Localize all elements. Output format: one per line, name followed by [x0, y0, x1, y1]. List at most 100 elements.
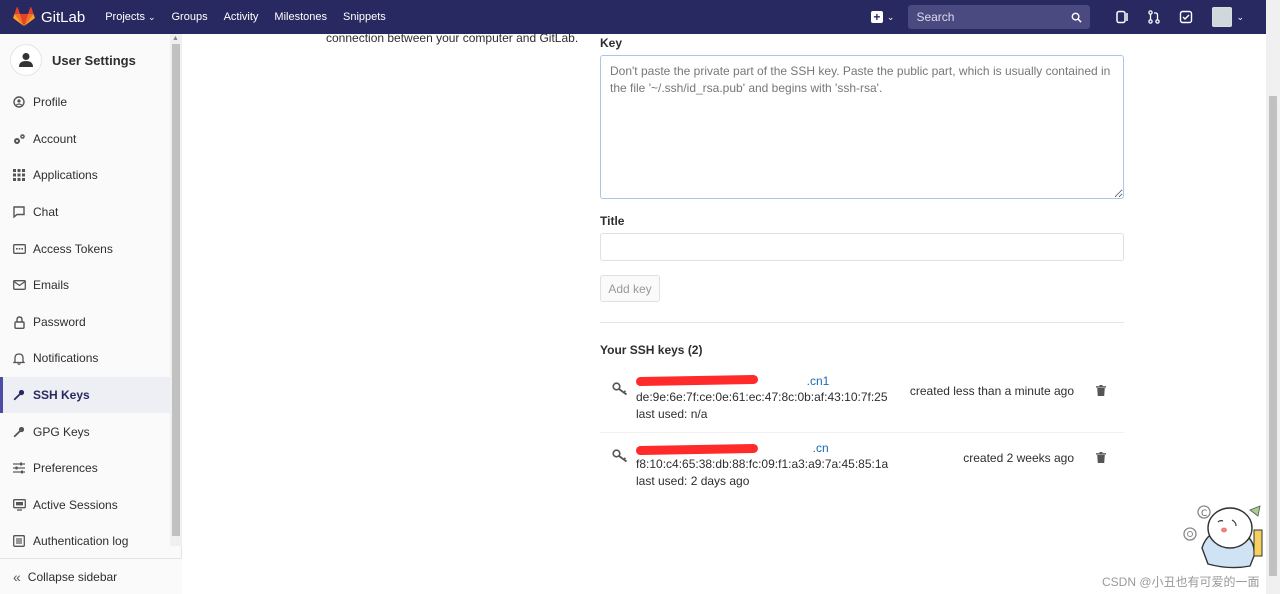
sidebar-item-authentication-log[interactable]: Authentication log	[0, 523, 170, 559]
sidebar-item-label: Account	[33, 132, 77, 146]
ssh-key-fingerprint: de:9e:6e:7f:ce:0e:61:ec:47:8c:0b:af:43:1…	[636, 390, 888, 404]
page-scrollbar-thumb[interactable]	[1269, 96, 1277, 576]
sidebar-item-chat[interactable]: Chat	[0, 194, 170, 230]
nav-groups[interactable]: Groups	[172, 11, 208, 23]
key-icon	[12, 425, 26, 439]
sidebar-item-label: Notifications	[33, 351, 99, 365]
add-key-button[interactable]: Add key	[600, 275, 660, 302]
double-chevron-left-icon: «	[13, 568, 21, 585]
scroll-up-arrow-icon[interactable]: ▲	[172, 35, 179, 42]
sidebar-item-profile[interactable]: Profile	[0, 84, 170, 120]
nav-links: Projects ⌄ Groups Activity Milestones Sn…	[105, 11, 402, 23]
ssh-key-created: created less than a minute ago	[909, 384, 1074, 398]
sidebar-item-label: SSH Keys	[33, 388, 90, 402]
sliders-icon	[12, 461, 26, 475]
ssh-key-title-suffix: .cn	[812, 441, 829, 455]
merge-request-icon[interactable]	[1145, 8, 1163, 26]
trash-icon[interactable]	[1096, 452, 1106, 466]
search-icon	[1072, 12, 1083, 23]
sidebar-title: User Settings	[52, 52, 136, 68]
search-box	[908, 5, 1091, 29]
nav-milestones[interactable]: Milestones	[274, 11, 327, 23]
csdn-watermark: CSDN @小丑也有可爱的一面	[1102, 575, 1260, 589]
collapse-sidebar-button[interactable]: « Collapse sidebar	[0, 558, 182, 594]
top-navbar: GitLab Projects ⌄ Groups Activity Milest…	[0, 0, 1266, 34]
sidebar-item-gpg-keys[interactable]: GPG Keys	[0, 414, 170, 450]
sidebar-item-label: Profile	[33, 95, 68, 109]
sidebar-item-label: Emails	[33, 278, 70, 292]
sidebar-item-label: Authentication log	[33, 534, 129, 548]
sidebar-scrollbar[interactable]: ▲	[170, 34, 182, 546]
key-label: Key	[600, 36, 623, 50]
nav-projects-label: Projects	[105, 11, 145, 23]
nav-milestones-label: Milestones	[274, 11, 327, 23]
sidebar-item-active-sessions[interactable]: Active Sessions	[0, 487, 170, 523]
sidebar-item-label: Preferences	[33, 461, 98, 475]
settings-sidebar: User Settings Profile Account Applicatio…	[0, 34, 182, 594]
todo-check-icon[interactable]	[1177, 8, 1195, 26]
chevron-down-icon: ⌄	[886, 11, 895, 22]
svg-text:C: C	[1201, 509, 1207, 519]
nav-snippets-label: Snippets	[343, 11, 386, 23]
sidebar-item-label: Access Tokens	[33, 242, 113, 256]
ssh-key-last-used: last used: n/a	[636, 407, 708, 421]
chevron-down-icon: ⌄	[147, 11, 156, 22]
trash-icon[interactable]	[1096, 385, 1106, 399]
sidebar-item-password[interactable]: Password	[0, 304, 170, 340]
chevron-down-icon: ⌄	[1236, 11, 1244, 22]
sidebar-scrollbar-thumb[interactable]	[172, 44, 180, 536]
key-icon	[12, 388, 26, 402]
bell-icon	[12, 351, 26, 365]
lock-icon	[12, 315, 26, 329]
sidebar-item-access-tokens[interactable]: Access Tokens	[0, 231, 170, 267]
ssh-description: connection between your computer and Git…	[326, 31, 579, 45]
sidebar-item-ssh-keys[interactable]: SSH Keys	[0, 377, 170, 413]
issues-icon[interactable]	[1113, 8, 1131, 26]
gitlab-logo[interactable]: GitLab	[13, 7, 85, 27]
ssh-key-row: wxxxxxxxxxxxxxxxxxxxxxxxxxxx.cn1 de:9e:6…	[600, 366, 1124, 433]
title-label: Title	[600, 214, 625, 228]
sidebar-item-label: Password	[33, 315, 86, 329]
user-icon	[19, 53, 33, 67]
nav-right: + ⌄ ⌄	[870, 0, 1244, 34]
token-icon	[12, 242, 26, 256]
new-dropdown-button[interactable]: + ⌄	[870, 11, 895, 23]
cartoon-sticker: C	[1183, 505, 1263, 569]
sidebar-header[interactable]: User Settings	[10, 44, 136, 76]
applications-grid-icon	[12, 168, 26, 182]
collapse-sidebar-label: Collapse sidebar	[27, 569, 118, 584]
sidebar-item-emails[interactable]: Emails	[0, 267, 170, 303]
ssh-key-title-suffix: .cn1	[806, 374, 830, 388]
ssh-key-fingerprint: f8:10:c4:65:38:db:88:fc:09:f1:a3:a9:7a:4…	[636, 457, 889, 471]
sidebar-item-notifications[interactable]: Notifications	[0, 340, 170, 376]
key-icon	[612, 382, 628, 399]
gitlab-tanuki-icon	[13, 7, 35, 27]
page-scrollbar[interactable]	[1266, 0, 1280, 594]
plus-square-icon: +	[870, 11, 883, 23]
monitor-icon	[12, 498, 26, 512]
sidebar-item-preferences[interactable]: Preferences	[0, 450, 170, 486]
sidebar-item-account[interactable]: Account	[0, 121, 170, 157]
account-gears-icon	[12, 132, 26, 146]
nav-activity[interactable]: Activity	[224, 11, 259, 23]
sidebar-item-label: Chat	[33, 205, 59, 219]
key-icon	[612, 449, 628, 466]
sidebar-item-label: Active Sessions	[33, 498, 118, 512]
key-textarea[interactable]	[600, 55, 1124, 199]
nav-snippets[interactable]: Snippets	[343, 11, 386, 23]
profile-icon	[12, 95, 26, 109]
sidebar-item-label: Applications	[33, 168, 98, 182]
section-divider	[600, 322, 1124, 323]
search-input[interactable]	[916, 10, 1057, 24]
list-icon	[12, 534, 26, 548]
ssh-key-last-used: last used: 2 days ago	[636, 474, 750, 488]
sidebar-item-applications[interactable]: Applications	[0, 157, 170, 193]
avatar	[1212, 7, 1233, 27]
title-input[interactable]	[600, 233, 1124, 261]
chat-bubble-icon	[12, 205, 26, 219]
envelope-icon	[12, 278, 26, 292]
ssh-key-row: wxxxxxxxxxxxxxxxxxxxxxxxxxxxx.cn f8:10:c…	[600, 433, 1124, 499]
nav-groups-label: Groups	[171, 11, 208, 23]
nav-projects[interactable]: Projects ⌄	[105, 11, 155, 23]
user-menu-dropdown[interactable]: ⌄	[1206, 7, 1244, 27]
